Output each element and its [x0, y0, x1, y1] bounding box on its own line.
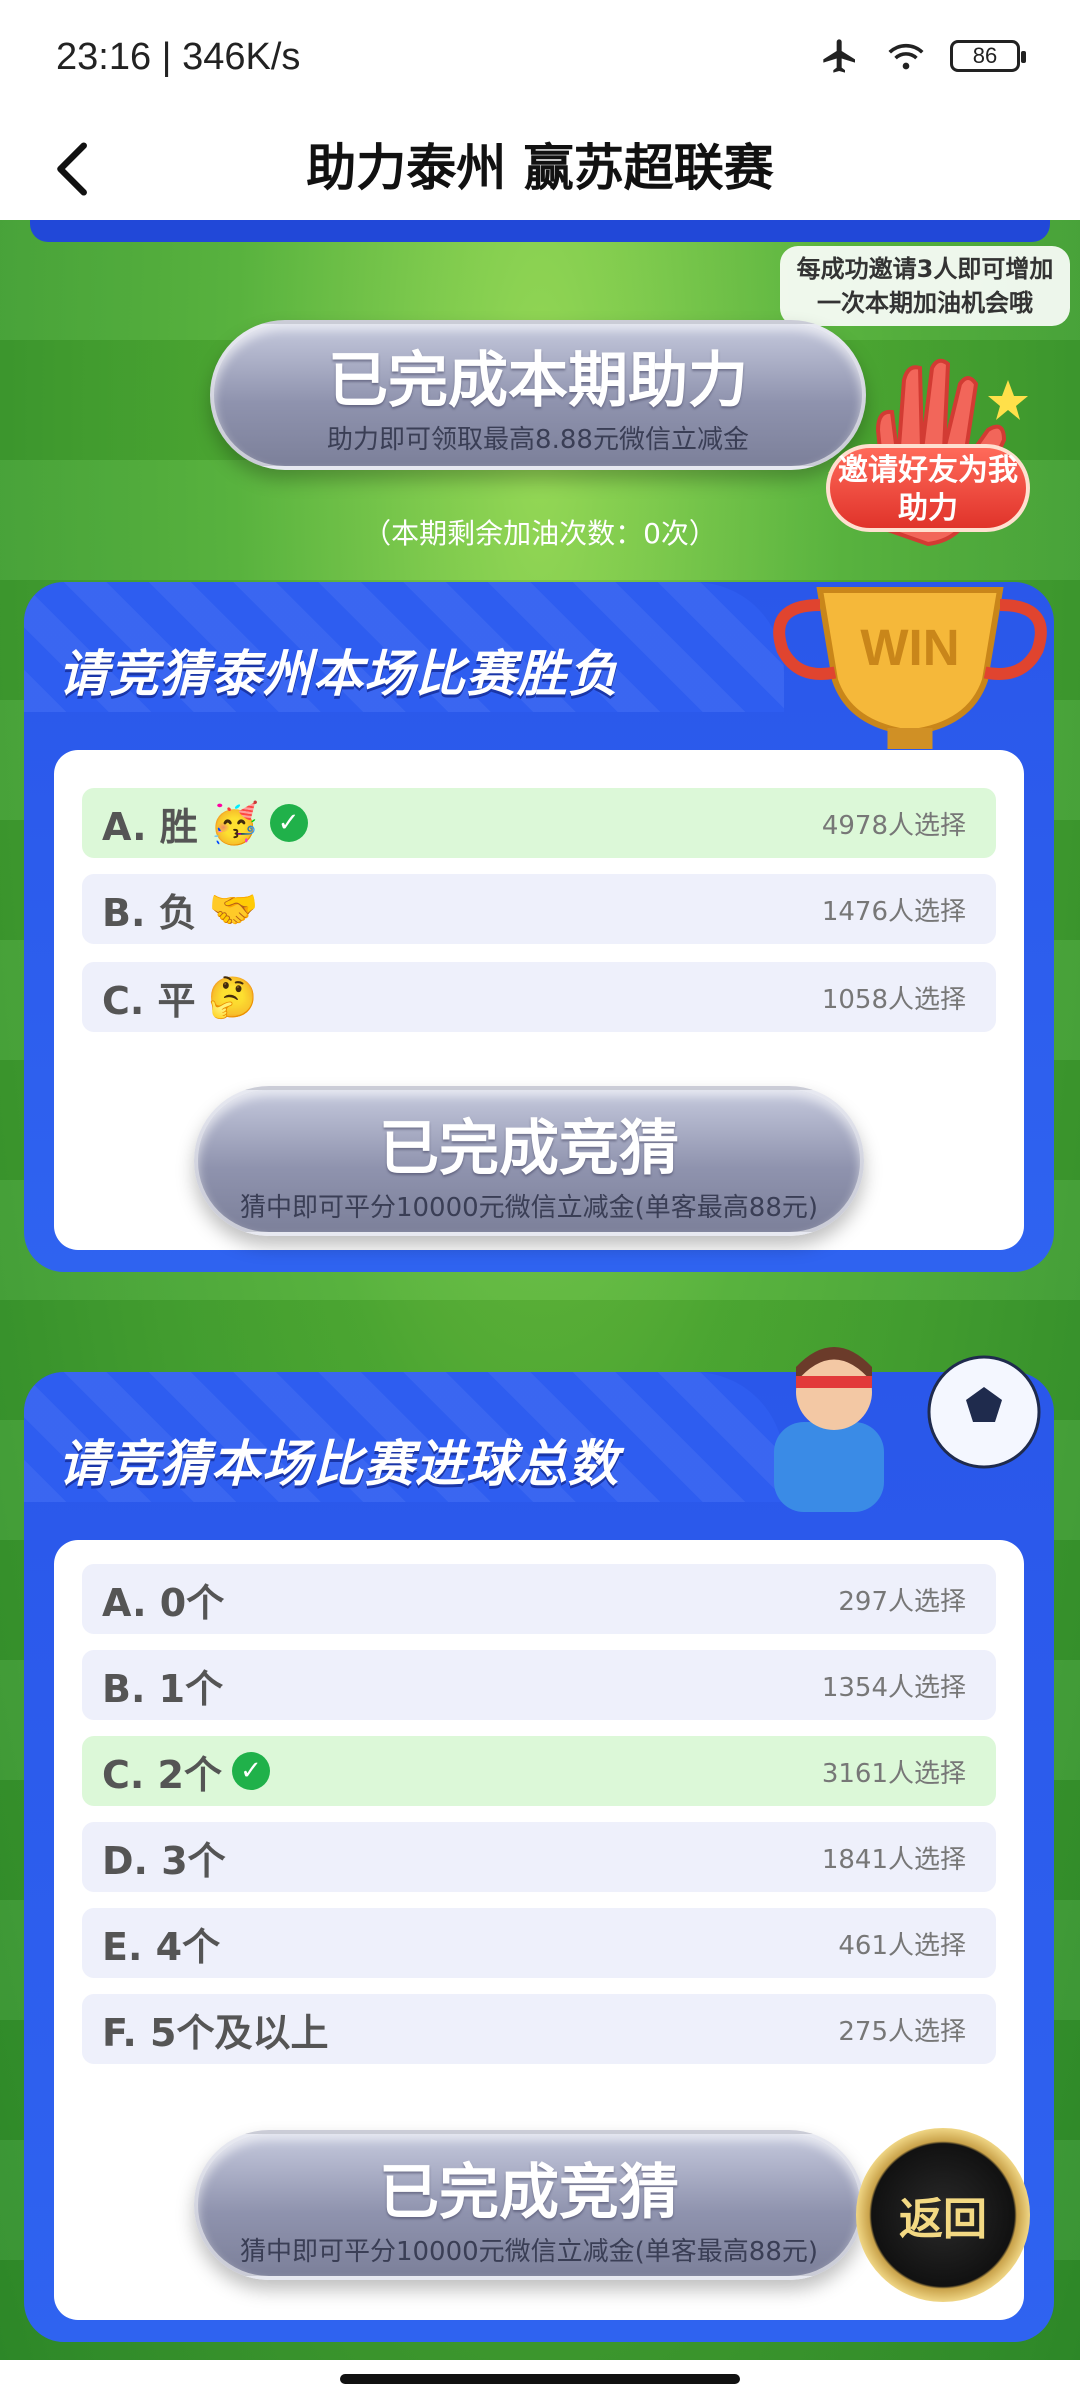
option-goals-0[interactable]: A. 0个 297人选择 [82, 1564, 996, 1634]
quiz-button-label: 已完成竞猜 [379, 1114, 679, 1184]
option-goals-5-plus[interactable]: F. 5个及以上 275人选择 [82, 1994, 996, 2064]
help-button-label: 已完成本期助力 [328, 346, 748, 416]
quiz-button-label: 已完成竞猜 [379, 2158, 679, 2228]
option-count: 461人选择 [838, 1930, 966, 1961]
option-goals-1[interactable]: B. 1个 1354人选择 [82, 1650, 996, 1720]
option-count: 3161人选择 [821, 1758, 966, 1789]
option-count: 1058人选择 [821, 984, 966, 1015]
status-icons: 86 [818, 36, 1026, 76]
battery-icon: 86 [950, 40, 1026, 72]
option-count: 275人选择 [838, 2016, 966, 2047]
wifi-icon [888, 43, 924, 70]
quiz-completed-button[interactable]: 已完成竞猜 猜中即可平分10000元微信立减金(单客最高88元) [194, 1086, 864, 1236]
status-bar: 23:16 | 346K/s 86 [0, 0, 1080, 120]
return-button[interactable]: 返回 [856, 2128, 1030, 2302]
option-label: C. 平 [102, 978, 196, 1023]
quiz-total-goals-title: 请竞猜本场比赛进球总数 [58, 1435, 619, 1493]
trophy-win-text: WIN [860, 619, 959, 676]
option-label: A. 0个 [102, 1580, 225, 1625]
status-time: 23:16 | 346K/s [56, 36, 301, 78]
option-count: 297人选择 [838, 1586, 966, 1617]
quiz-completed-button[interactable]: 已完成竞猜 猜中即可平分10000元微信立减金(单客最高88元) [194, 2130, 864, 2280]
option-label: D. 3个 [102, 1838, 226, 1883]
soccer-player-icon [774, 1347, 1041, 1512]
option-label: F. 5个及以上 [102, 2010, 329, 2055]
help-button-sublabel: 助力即可领取最高8.88元微信立减金 [327, 425, 749, 455]
quiz-button-sublabel: 猜中即可平分10000元微信立减金(单客最高88元) [239, 1193, 819, 1223]
option-label: E. 4个 [102, 1924, 221, 1969]
thinking-face-icon: 🤔 [207, 974, 258, 1021]
option-goals-2[interactable]: C. 2个 ✓ 3161人选择 [82, 1736, 996, 1806]
option-label: A. 胜 [102, 804, 198, 849]
party-face-icon: 🥳 [209, 800, 260, 847]
option-label: B. 负 [102, 890, 197, 935]
main-content: 每成功邀请3人即可增加一次本期加油机会哦 已完成本期助力 助力即可领取最高8.8… [0, 220, 1080, 2360]
airplane-icon [823, 39, 855, 73]
option-count: 4978人选择 [821, 810, 966, 841]
option-win[interactable]: A. 胜 🥳 ✓ 4978人选择 [82, 788, 996, 858]
option-goals-4[interactable]: E. 4个 461人选择 [82, 1908, 996, 1978]
quiz-button-sublabel: 猜中即可平分10000元微信立减金(单客最高88元) [239, 2237, 819, 2267]
home-indicator[interactable] [340, 2374, 740, 2384]
option-label: B. 1个 [102, 1666, 224, 1711]
trophy-icon: WIN [773, 587, 1047, 749]
option-draw[interactable]: C. 平 🤔 1058人选择 [82, 962, 996, 1032]
return-label: 返回 [899, 2194, 987, 2245]
option-label: C. 2个 [102, 1752, 222, 1797]
remaining-count-text: （本期剩余加油次数：0次） [363, 517, 717, 550]
top-banner-edge [30, 220, 1050, 242]
option-count: 1476人选择 [821, 896, 966, 927]
handshake-icon: 🤝 [208, 886, 259, 933]
help-completed-button[interactable]: 已完成本期助力 助力即可领取最高8.88元微信立减金 [210, 320, 866, 470]
page-title: 助力泰州 赢苏超联赛 [306, 139, 774, 197]
nav-bar: 助力泰州 赢苏超联赛 [0, 120, 1080, 220]
option-count: 1354人选择 [821, 1672, 966, 1703]
option-lose[interactable]: B. 负 🤝 1476人选择 [82, 874, 996, 944]
quiz-win-lose-card: 请竞猜泰州本场比赛胜负 WIN A. 胜 🥳 ✓ 4978人选择 B. 负 🤝 … [24, 582, 1054, 1272]
option-goals-3[interactable]: D. 3个 1841人选择 [82, 1822, 996, 1892]
quiz-win-lose-title: 请竞猜泰州本场比赛胜负 [58, 645, 619, 703]
invite-tip: 每成功邀请3人即可增加一次本期加油机会哦 [780, 246, 1070, 326]
check-icon: ✓ [269, 804, 308, 842]
quiz-win-lose-options: A. 胜 🥳 ✓ 4978人选择 B. 负 🤝 1476人选择 C. 平 🤔 1… [54, 750, 1024, 1250]
check-icon: ✓ [232, 1752, 270, 1790]
option-count: 1841人选择 [821, 1844, 966, 1875]
